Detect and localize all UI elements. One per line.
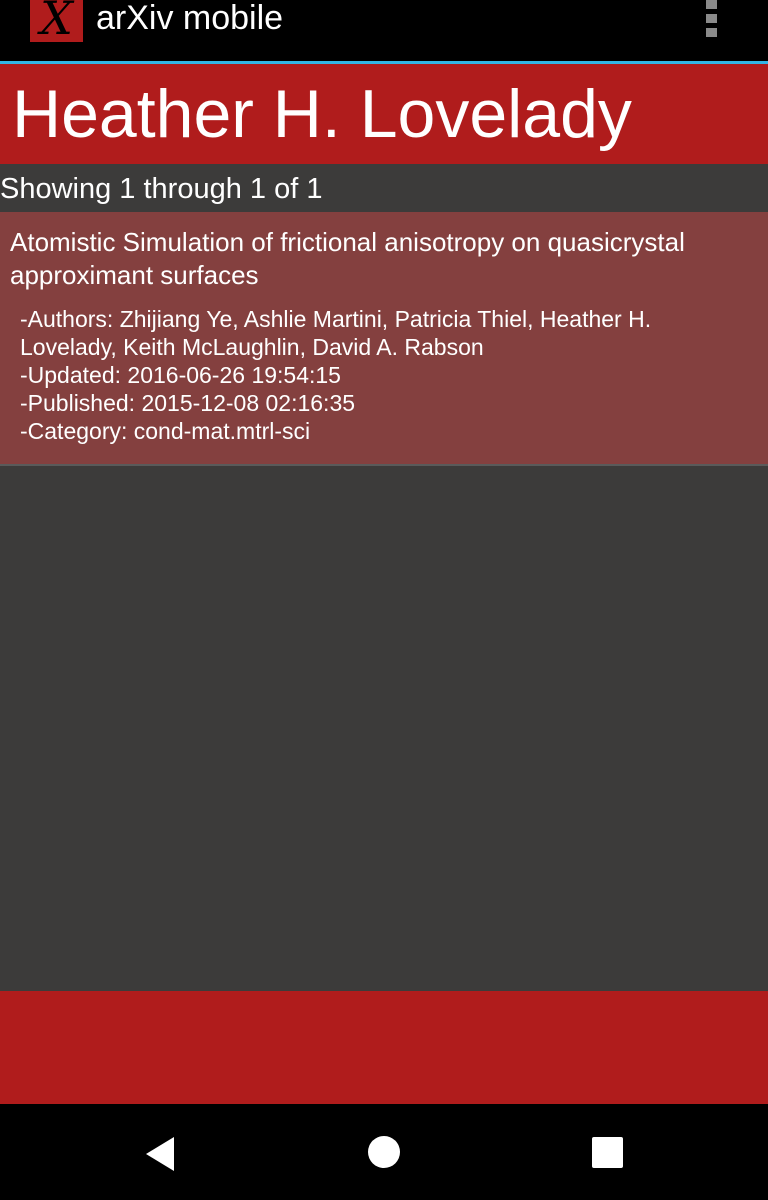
- bottom-bar: [0, 991, 768, 1104]
- author-name: Heather H. Lovelady: [12, 76, 632, 152]
- action-bar: X arXiv mobile: [0, 0, 768, 64]
- paper-updated: -Updated: 2016-06-26 19:54:15: [20, 362, 341, 388]
- paper-published: -Published: 2015-12-08 02:16:35: [20, 390, 356, 416]
- back-triangle-icon[interactable]: [142, 1134, 182, 1174]
- app-icon-letter: X: [40, 0, 73, 42]
- results-summary: Showing 1 through 1 of 1: [0, 173, 323, 205]
- menu-dot: [706, 0, 717, 9]
- result-list-item[interactable]: Atomistic Simulation of frictional aniso…: [0, 212, 768, 466]
- author-header: Heather H. Lovelady: [0, 64, 768, 164]
- navigation-bar: [0, 1104, 768, 1200]
- back-triangle-svg: [146, 1137, 174, 1171]
- home-circle-svg: [368, 1136, 400, 1168]
- arxiv-logo-icon[interactable]: X: [30, 0, 83, 42]
- paper-category: -Category: cond-mat.mtrl-sci: [20, 418, 311, 444]
- empty-list-area: [0, 466, 768, 991]
- home-circle-icon[interactable]: [364, 1134, 404, 1174]
- paper-authors: -Authors: Zhijiang Ye, Ashlie Martini, P…: [20, 306, 652, 360]
- menu-dot: [706, 28, 717, 37]
- paper-metadata: -Authors: Zhijiang Ye, Ashlie Martini, P…: [20, 305, 720, 445]
- overflow-menu-icon[interactable]: [698, 0, 726, 42]
- paper-title: Atomistic Simulation of frictional aniso…: [10, 227, 685, 290]
- recents-square-icon[interactable]: [588, 1134, 628, 1174]
- screen: X arXiv mobile Heather H. Lovelady Showi…: [0, 0, 768, 1200]
- app-title: arXiv mobile: [96, 0, 284, 37]
- recents-square-svg: [592, 1137, 623, 1168]
- menu-dot: [706, 14, 717, 23]
